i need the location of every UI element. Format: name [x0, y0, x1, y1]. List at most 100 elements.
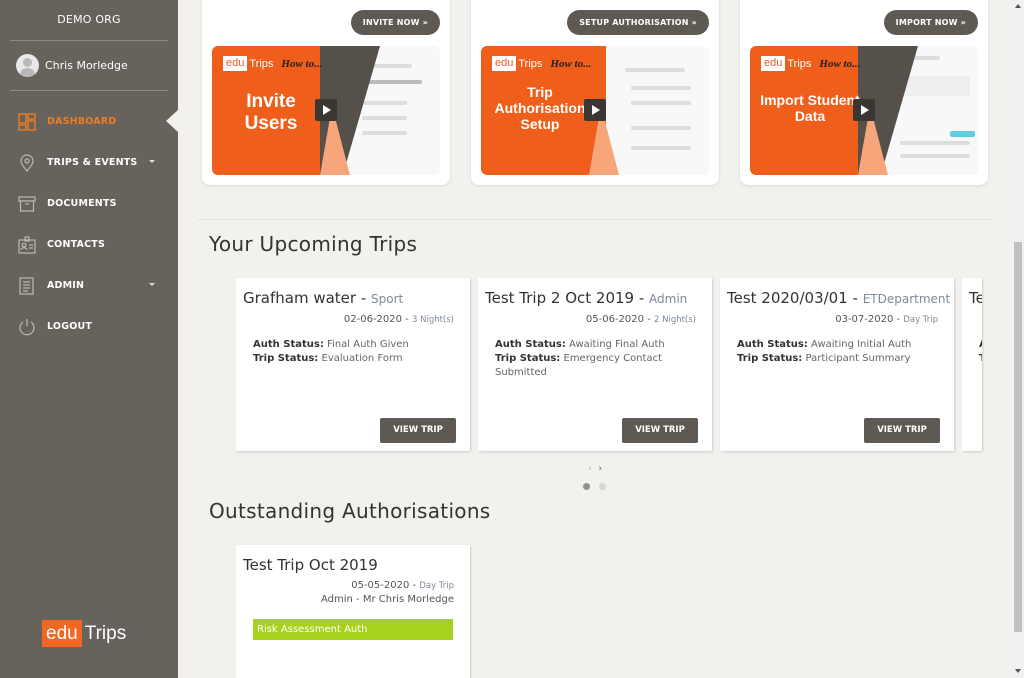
dashboard-icon: [18, 112, 36, 131]
trip-status-label: Trip Status:: [495, 353, 561, 364]
video-import-student-data[interactable]: edu Trips How to... Import Student Data: [750, 46, 978, 175]
trip-title: Grafham water - Sport: [243, 289, 404, 307]
video-title-line: Authorisation: [494, 100, 586, 117]
vertical-scrollbar[interactable]: [1012, 0, 1024, 678]
auth-department-owner: Admin - Mr Chris Morledge: [321, 594, 454, 605]
trip-duration: 3 Night(s): [411, 315, 454, 325]
logo-trips: Trips: [84, 622, 127, 644]
trip-status-block: Auth Status: Final Auth Given Trip Statu…: [253, 338, 453, 366]
user-profile[interactable]: Chris Morledge: [0, 41, 178, 90]
sidebar-item-documents[interactable]: DOCUMENTS: [0, 183, 178, 224]
video-trip-authorisation-setup[interactable]: edu Trips How to... Trip Authorisation S…: [481, 46, 709, 175]
video-title-line: Users: [244, 112, 298, 134]
sidebar-item-contacts[interactable]: CONTACTS: [0, 224, 178, 265]
brand-trips: Trips: [249, 57, 274, 70]
carousel-dot-active[interactable]: [583, 483, 590, 490]
video-title-line: Data: [794, 108, 826, 125]
auth-status-label: Auth Status:: [737, 339, 808, 350]
carousel-prev-button[interactable]: ‹: [588, 464, 592, 474]
auth-status-label: Auth Status:: [979, 339, 982, 350]
view-trip-button[interactable]: VIEW TRIP: [622, 418, 698, 443]
sidebar-item-label: ADMIN: [47, 280, 85, 291]
upcoming-trips-heading: Your Upcoming Trips: [209, 232, 418, 256]
map-pin-icon: [20, 153, 34, 172]
brand-edu: edu: [492, 56, 517, 71]
trip-date-value: 05-06-2020: [585, 314, 645, 325]
sidebar-item-label: TRIPS & EVENTS: [47, 157, 138, 168]
view-trip-button[interactable]: VIEW TRIP: [380, 418, 456, 443]
sidebar-item-logout[interactable]: LOGOUT: [0, 306, 178, 347]
sidebar-item-label: CONTACTS: [47, 239, 105, 250]
carousel-nav: ‹ ›: [588, 464, 602, 474]
outstanding-authorisations-heading: Outstanding Authorisations: [209, 499, 491, 523]
video-brand: edu Trips How to...: [761, 56, 860, 71]
brand-howto: How to...: [281, 57, 323, 70]
video-title-line: Invite: [246, 91, 296, 112]
trip-duration: 2 Night(s): [653, 315, 696, 325]
auth-status-value: Awaiting Final Auth: [569, 339, 665, 350]
play-icon[interactable]: [315, 99, 337, 121]
invite-now-button[interactable]: INVITE NOW »: [350, 10, 440, 35]
trip-title[interactable]: Te: [969, 289, 982, 307]
id-card-icon: [18, 235, 36, 254]
trip-status-block: Auth Status: Awaiting Final Auth Trip St…: [495, 338, 665, 380]
brand-howto: How to...: [819, 57, 861, 70]
archive-box-icon: [18, 195, 36, 212]
video-brand: edu Trips How to...: [492, 56, 591, 71]
video-brand: edu Trips How to...: [223, 56, 322, 71]
trip-card-partial: Te Auth Status: Trip Status:: [962, 278, 982, 451]
carousel-next-button[interactable]: ›: [598, 464, 602, 474]
auth-status-value: Final Auth Given: [327, 339, 409, 350]
divider: [10, 90, 168, 91]
play-icon[interactable]: [853, 99, 875, 121]
video-invite-users[interactable]: edu Trips How to... Invite Users: [212, 46, 440, 175]
scroll-down-arrow-icon[interactable]: [1015, 669, 1021, 673]
brand-trips: Trips: [518, 57, 543, 70]
scrollbar-thumb[interactable]: [1014, 242, 1022, 632]
trip-date: 05-06-2020 - 2 Night(s): [585, 314, 696, 325]
trip-status-value: Participant Summary: [805, 353, 911, 364]
chevron-down-icon: [149, 160, 155, 163]
sidebar: DEMO ORG Chris Morledge DASHBOARD TRIPS …: [0, 0, 178, 678]
sidebar-item-label: LOGOUT: [47, 321, 93, 332]
trip-status-block: Auth Status: Awaiting Initial Auth Trip …: [737, 338, 937, 366]
video-title-line: Import Student: [760, 92, 860, 108]
auth-status-value: Awaiting Initial Auth: [811, 339, 912, 350]
trip-name[interactable]: Grafham water: [243, 289, 356, 307]
auth-date-value: 05-05-2020: [351, 580, 410, 591]
trip-duration: Day Trip: [903, 315, 938, 325]
power-icon: [19, 318, 35, 335]
trip-name[interactable]: Test Trip 2 Oct 2019: [485, 289, 634, 307]
trip-date-value: 03-07-2020: [835, 314, 894, 325]
play-icon[interactable]: [584, 99, 606, 121]
auth-duration: Day Trip: [419, 581, 454, 591]
trip-department: ETDepartment: [862, 292, 951, 306]
video-title: Invite Users: [212, 91, 330, 135]
active-indicator: [166, 110, 178, 132]
trip-date: 03-07-2020 - Day Trip: [835, 314, 938, 325]
sidebar-item-trips-events[interactable]: TRIPS & EVENTS: [0, 142, 178, 183]
main-content: INVITE NOW » edu Trips How to... Invite …: [178, 0, 1012, 678]
video-title-line: Setup: [520, 116, 560, 133]
trip-status-label: Trip Status:: [979, 353, 982, 364]
trip-name[interactable]: Test 2020/03/01: [727, 289, 848, 307]
brand-trips: Trips: [787, 57, 812, 70]
trip-date: 02-06-2020 - 3 Night(s): [343, 314, 454, 325]
org-name: DEMO ORG: [57, 13, 121, 26]
view-trip-button[interactable]: VIEW TRIP: [864, 418, 940, 443]
import-now-button[interactable]: IMPORT NOW »: [883, 10, 978, 35]
sidebar-item-admin[interactable]: ADMIN: [0, 265, 178, 306]
trip-status-label: Trip Status:: [737, 353, 803, 364]
auth-trip-name[interactable]: Test Trip Oct 2019: [243, 556, 378, 574]
trip-card: Test Trip 2 Oct 2019 - Admin 05-06-2020 …: [478, 278, 712, 451]
trip-status-label: Trip Status:: [253, 353, 319, 364]
user-name: Chris Morledge: [45, 59, 128, 72]
edutrips-logo: edu Trips: [42, 620, 126, 647]
howto-card-import: IMPORT NOW » edu Trips How to... Import …: [740, 0, 988, 185]
risk-assessment-auth-badge[interactable]: Risk Assessment Auth: [253, 619, 453, 640]
setup-authorisation-button[interactable]: SETUP AUTHORISATION »: [567, 10, 709, 35]
sidebar-item-dashboard[interactable]: DASHBOARD: [0, 101, 178, 142]
howto-card-invite: INVITE NOW » edu Trips How to... Invite …: [202, 0, 450, 185]
scroll-up-arrow-icon[interactable]: [1015, 4, 1021, 8]
carousel-dot[interactable]: [599, 483, 606, 490]
